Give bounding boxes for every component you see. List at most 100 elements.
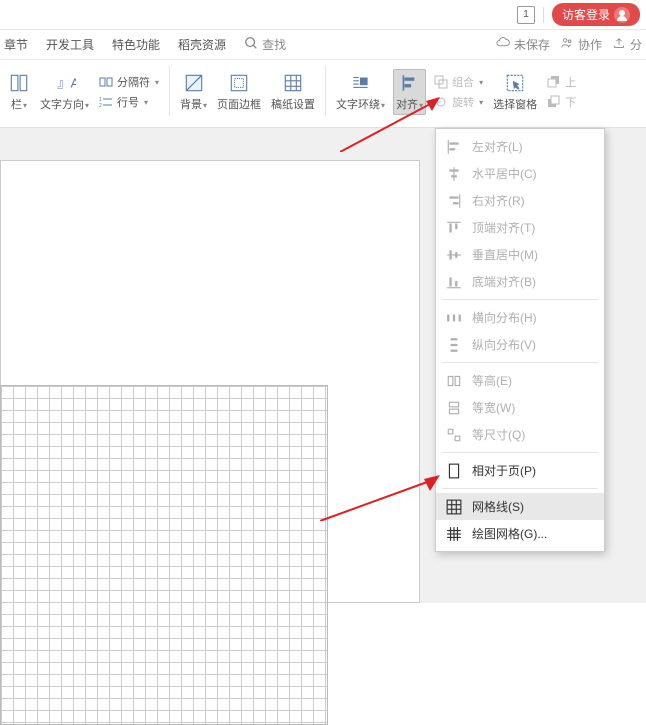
manuscript-icon [282, 72, 304, 94]
menu-separator [442, 452, 598, 453]
svg-text:2: 2 [99, 103, 102, 109]
send-backward-button[interactable]: 下 [545, 93, 578, 111]
share-button[interactable]: 分 [612, 36, 642, 53]
separator-icon [99, 75, 113, 89]
align-button[interactable]: 对齐▾ [393, 69, 426, 115]
cloud-unsaved[interactable]: 未保存 [496, 36, 550, 53]
select-pane-button[interactable]: 选择窗格 [491, 70, 539, 114]
menu-item-page[interactable]: 相对于页(P) [436, 457, 604, 484]
menu-item-equal-h: 等高(E) [436, 367, 604, 394]
text-wrap-icon [350, 72, 372, 94]
cloud-icon [496, 36, 510, 53]
menu-item-drawgrid[interactable]: 绘图网格(G)... [436, 520, 604, 547]
menu-item-align-top: 顶端对齐(T) [436, 214, 604, 241]
align-icon [399, 72, 421, 94]
menu-item-label: 垂直居中(M) [472, 246, 538, 263]
align-bottom-icon [446, 274, 462, 290]
rotate-button[interactable]: 旋转▾ [432, 93, 485, 111]
menu-item-label: 网格线(S) [472, 498, 524, 515]
login-button[interactable]: 访客登录 [552, 3, 640, 26]
menu-item-label: 纵向分布(V) [472, 336, 536, 353]
manuscript-button[interactable]: 稿纸设置 [269, 70, 317, 114]
equal-h-icon [446, 373, 462, 389]
menu-item-equal-w: 等宽(W) [436, 394, 604, 421]
login-label: 访客登录 [562, 6, 610, 23]
svg-text:』A: 』A [57, 75, 76, 90]
page-icon [446, 463, 462, 479]
grid-overlay [0, 385, 328, 725]
menu-item-align-middle-v: 垂直居中(M) [436, 241, 604, 268]
page-border-button[interactable]: 页面边框 [215, 70, 263, 114]
menu-item-label: 底端对齐(B) [472, 273, 536, 290]
chevron-down-icon: ▾ [479, 98, 483, 107]
menu-item-align-bottom: 底端对齐(B) [436, 268, 604, 295]
collaborate-button[interactable]: 协作 [560, 36, 602, 53]
bring-forward-button[interactable]: 上 [545, 73, 578, 91]
menu-item-label: 横向分布(H) [472, 309, 537, 326]
align-middle-v-icon [446, 247, 462, 263]
gridlines-icon [446, 499, 462, 515]
menu-item-dist-v: 纵向分布(V) [436, 331, 604, 358]
chevron-down-icon: ▾ [144, 98, 148, 107]
menu-item-align-center-h: 水平居中(C) [436, 160, 604, 187]
chevron-down-icon: ▾ [419, 101, 423, 110]
separator-button[interactable]: 分隔符▾ [97, 73, 161, 91]
tab-devtools[interactable]: 开发工具 [46, 36, 94, 53]
rotate-icon [434, 95, 448, 109]
tab-features[interactable]: 特色功能 [112, 36, 160, 53]
line-number-button[interactable]: 12 行号▾ [97, 93, 161, 111]
background-icon [183, 72, 205, 94]
align-center-h-icon [446, 166, 462, 182]
drawgrid-icon [446, 526, 462, 542]
menu-separator [442, 299, 598, 300]
menu-item-align-right: 右对齐(R) [436, 187, 604, 214]
background-button[interactable]: 背景▾ [178, 70, 209, 114]
menu-item-label: 绘图网格(G)... [472, 525, 547, 542]
menu-separator [442, 488, 598, 489]
menu-item-label: 相对于页(P) [472, 462, 536, 479]
align-right-icon [446, 193, 462, 209]
dist-v-icon [446, 337, 462, 353]
menu-item-label: 等高(E) [472, 372, 512, 389]
search-icon [244, 36, 258, 53]
columns-icon [8, 72, 30, 94]
tab-resources[interactable]: 稻壳资源 [178, 36, 226, 53]
chevron-down-icon: ▾ [23, 101, 27, 110]
text-direction-icon: 』A [54, 72, 76, 94]
dist-h-icon [446, 310, 462, 326]
menu-item-align-left: 左对齐(L) [436, 133, 604, 160]
menu-item-label: 顶端对齐(T) [472, 219, 535, 236]
chevron-down-icon: ▾ [381, 101, 385, 110]
equal-w-icon [446, 400, 462, 416]
send-backward-icon [547, 95, 561, 109]
menu-item-dist-h: 横向分布(H) [436, 304, 604, 331]
chevron-down-icon: ▾ [85, 101, 89, 110]
columns-button[interactable]: 栏▾ [6, 70, 32, 114]
tab-chapter[interactable]: 章节 [4, 36, 28, 53]
menu-item-label: 等尺寸(Q) [472, 426, 525, 443]
menu-item-gridlines[interactable]: 网格线(S) [436, 493, 604, 520]
select-pane-icon [504, 72, 526, 94]
search-placeholder: 查找 [262, 36, 286, 53]
chevron-down-icon: ▾ [479, 78, 483, 87]
text-wrap-button[interactable]: 文字环绕▾ [334, 70, 387, 114]
share-icon [612, 36, 626, 53]
page-border-icon [228, 72, 250, 94]
align-dropdown-menu: 左对齐(L) 水平居中(C) 右对齐(R) 顶端对齐(T) 垂直居中(M) 底端对齐(B)… [435, 128, 605, 552]
menu-item-label: 右对齐(R) [472, 192, 525, 209]
user-avatar-icon [614, 7, 630, 23]
group-icon [434, 75, 448, 89]
text-direction-button[interactable]: 』A 文字方向▾ [38, 70, 91, 114]
chevron-down-icon: ▾ [203, 101, 207, 110]
menu-item-label: 水平居中(C) [472, 165, 537, 182]
window-tab-indicator[interactable]: 1 [517, 6, 535, 24]
menu-separator [442, 362, 598, 363]
menu-item-label: 等宽(W) [472, 399, 515, 416]
bring-forward-icon [547, 75, 561, 89]
search-input[interactable]: 查找 [244, 36, 286, 53]
chevron-down-icon: ▾ [155, 78, 159, 87]
align-left-icon [446, 139, 462, 155]
align-top-icon [446, 220, 462, 236]
equal-size-icon [446, 427, 462, 443]
group-button[interactable]: 组合▾ [432, 73, 485, 91]
